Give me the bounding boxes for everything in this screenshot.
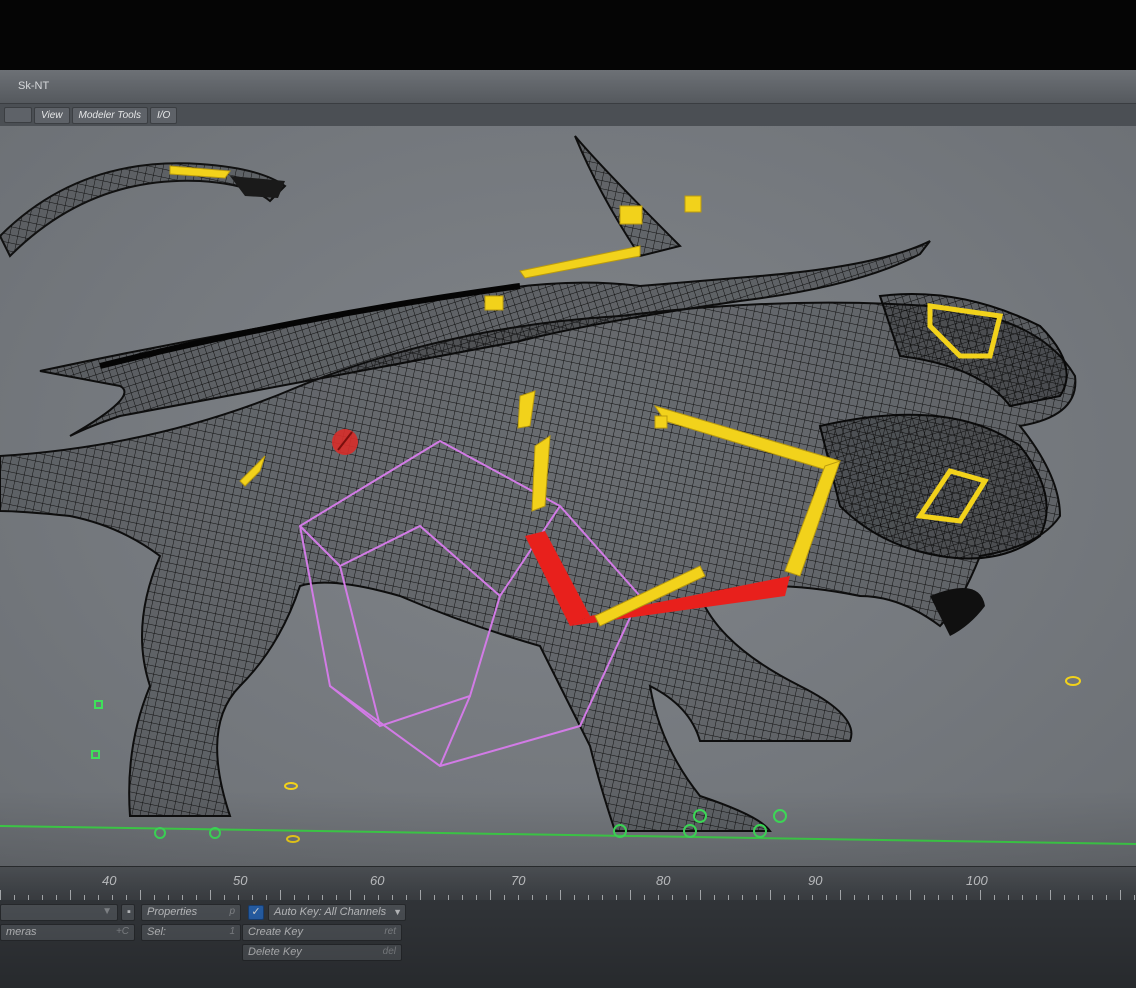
menu-item-modeler-tools[interactable]: Modeler Tools — [71, 106, 148, 124]
timeline-minor-tick — [910, 890, 911, 900]
properties-button[interactable]: Properties p — [141, 904, 241, 921]
timeline-minor-tick — [420, 890, 421, 900]
timeline-minor-tick — [140, 890, 141, 900]
timeline-tick-80: 80 — [656, 873, 671, 888]
timeline-minor-tick — [350, 890, 351, 900]
menu-bar: View Modeler Tools I/O — [0, 104, 1136, 126]
timeline-minor-tick — [210, 890, 211, 900]
menu-item-file[interactable] — [4, 107, 32, 123]
timeline-tick-60: 60 — [370, 873, 385, 888]
selection-count: Sel: 1 — [141, 924, 241, 941]
3d-viewport[interactable] — [0, 126, 1136, 866]
red-target-handle[interactable] — [332, 429, 358, 455]
delete-key-label: Delete Key — [248, 946, 302, 958]
animation-controls: ▼ ▪ meras +C Properties p Sel: 1 ✓ Auto … — [0, 900, 1136, 988]
square-icon: ▪ — [127, 906, 131, 918]
chevron-down-icon: ▼ — [393, 907, 403, 917]
monitor-screen: Sk-NT View Modeler Tools I/O 40 50 60 70… — [0, 70, 1136, 988]
viewport-canvas[interactable] — [0, 126, 1136, 866]
sel-label: Sel: — [147, 926, 166, 938]
create-key-label: Create Key — [248, 926, 304, 938]
auto-key-label: Auto Key: All Channels — [274, 906, 387, 918]
timeline-minor-tick — [0, 890, 1, 900]
properties-label: Properties — [147, 906, 198, 918]
timeline-tick-100: 100 — [966, 873, 988, 888]
window-title: Sk-NT — [18, 80, 50, 92]
timeline-minor-tick — [630, 890, 631, 900]
menu-item-view[interactable]: View — [34, 106, 70, 124]
create-key-button[interactable]: Create Key ret — [242, 924, 402, 941]
cameras-button[interactable]: meras +C — [0, 924, 135, 941]
timeline-minor-tick — [1120, 890, 1121, 900]
timeline-tick-70: 70 — [511, 873, 526, 888]
timeline-minor-tick — [70, 890, 71, 900]
timeline-minor-tick — [840, 890, 841, 900]
timeline-minor-tick — [700, 890, 701, 900]
upper-tail-mesh[interactable] — [0, 162, 287, 258]
item-dropdown-button[interactable]: ▪ — [121, 904, 135, 921]
timeline-tick-90: 90 — [808, 873, 823, 888]
auto-key-checkbox[interactable]: ✓ — [248, 905, 264, 920]
timeline-minor-tick — [560, 890, 561, 900]
menu-item-io[interactable]: I/O — [149, 106, 178, 124]
item-dropdown[interactable]: ▼ — [0, 904, 118, 921]
auto-key-dropdown[interactable]: Auto Key: All Channels ▼ — [268, 904, 406, 921]
cameras-shortcut: +C — [115, 926, 129, 937]
cameras-label: meras — [6, 926, 37, 938]
window-title-bar: Sk-NT — [0, 70, 1136, 104]
chevron-down-icon: ▼ — [102, 906, 112, 917]
timeline-minor-tick — [280, 890, 281, 900]
timeline-tick-40: 40 — [102, 873, 117, 888]
properties-shortcut: p — [229, 906, 235, 917]
timeline-ruler[interactable]: 40 50 60 70 80 90 100 — [0, 866, 1136, 900]
timeline-minor-tick — [490, 890, 491, 900]
sel-value: 1 — [229, 926, 235, 937]
timeline-tick-50: 50 — [233, 873, 248, 888]
timeline-minor-tick — [980, 890, 981, 900]
timeline-minor-tick — [1050, 890, 1051, 900]
delete-key-shortcut: del — [382, 946, 396, 957]
timeline-minor-tick — [770, 890, 771, 900]
create-key-shortcut: ret — [384, 926, 396, 937]
ground-plane-line — [0, 825, 1136, 845]
delete-key-button[interactable]: Delete Key del — [242, 944, 402, 961]
